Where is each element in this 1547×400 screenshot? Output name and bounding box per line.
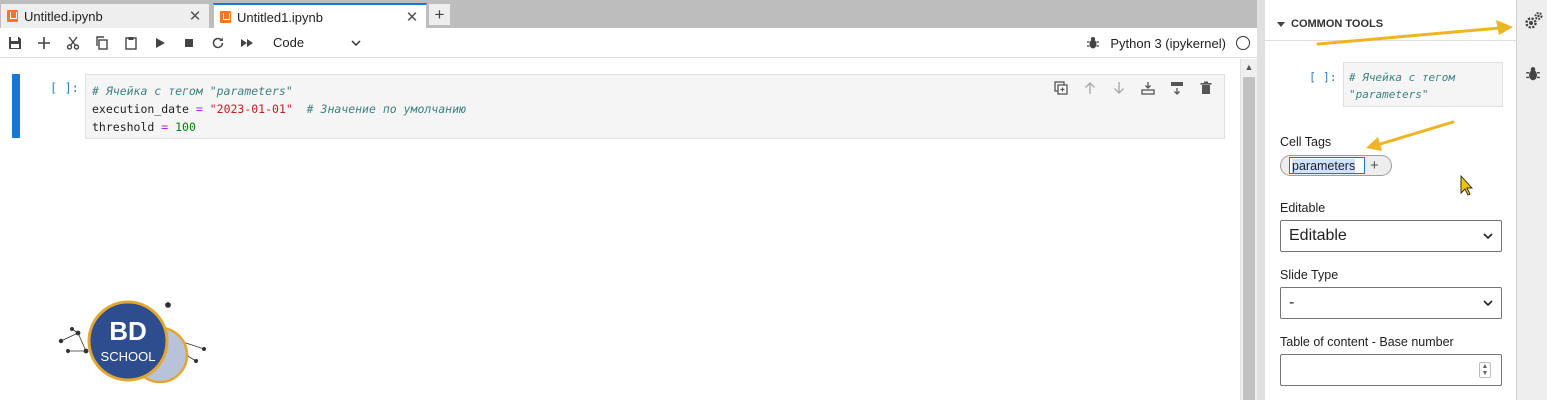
cell-type-select[interactable]: Code (273, 32, 361, 54)
clipboard-icon (124, 36, 137, 50)
paste-button[interactable] (116, 30, 145, 56)
logo-text-bd: BD (109, 316, 147, 346)
fast-forward-icon (240, 38, 253, 47)
code-line-2: execution_date = "2023-01-01" # Значение… (92, 100, 1218, 118)
cut-button[interactable] (58, 30, 87, 56)
plus-icon (37, 36, 50, 49)
duplicate-icon (1054, 81, 1068, 95)
chevron-down-icon (351, 39, 361, 46)
save-icon (8, 36, 21, 49)
code-string: "2023-01-01" (209, 102, 293, 116)
tag-input-value: parameters (1292, 158, 1356, 173)
notebook-panel: [ ]: # Ячейка с тегом "parameters" execu… (0, 59, 1240, 400)
slide-type-value: - (1289, 294, 1295, 311)
code-comment: # Значение по умолчанию (306, 102, 466, 116)
tag-input[interactable]: parameters (1289, 157, 1365, 174)
tab-label: Untitled.ipynb (24, 8, 103, 24)
cell-type-value: Code (273, 35, 305, 50)
arrow-down-icon (1114, 82, 1124, 94)
copy-icon (95, 35, 108, 50)
divider (1265, 40, 1517, 41)
preview-line-1: # Ячейка с тегом (1349, 71, 1455, 84)
restart-button[interactable] (203, 30, 232, 56)
insert-above-button[interactable] (1139, 79, 1157, 97)
section-title: COMMON TOOLS (1291, 18, 1384, 30)
move-down-button[interactable] (1110, 79, 1128, 97)
move-up-button[interactable] (1081, 79, 1099, 97)
run-button[interactable] (145, 30, 174, 56)
insert-below-icon (1171, 82, 1183, 95)
right-sidebar-tabs (1516, 0, 1547, 400)
preview-prompt: [ ]: (1309, 70, 1337, 84)
toc-base-number-label: Table of content - Base number (1280, 335, 1454, 349)
property-inspector: COMMON TOOLS [ ]: # Ячейка с тегом "para… (1264, 0, 1517, 400)
close-icon[interactable]: ✕ (187, 7, 203, 25)
code-line-3: threshold = 100 (92, 118, 1218, 136)
new-tab-button[interactable]: + (428, 3, 451, 26)
code-operator: = (188, 102, 210, 116)
code-comment: # Ячейка с тегом "parameters" (92, 84, 293, 98)
save-button[interactable] (0, 30, 29, 56)
trash-icon (1200, 81, 1212, 94)
add-tag-button[interactable]: + (1370, 157, 1379, 174)
refresh-icon (212, 37, 223, 48)
insert-cell-button[interactable] (29, 30, 58, 56)
copy-button[interactable] (87, 30, 116, 56)
editable-select[interactable]: Editable (1280, 220, 1502, 252)
chevron-down-icon (1483, 300, 1493, 306)
close-icon[interactable]: ✕ (404, 8, 420, 26)
code-number: 100 (175, 120, 196, 134)
common-tools-header[interactable]: COMMON TOOLS (1277, 18, 1383, 30)
notebook-icon (220, 11, 231, 23)
gears-icon[interactable] (1523, 10, 1545, 32)
notebook-scrollbar[interactable]: ▲ (1240, 59, 1257, 400)
logo-text-school: SCHOOL (101, 349, 156, 364)
kernel-status-area: Python 3 (ipykernel) (1086, 28, 1250, 58)
slide-type-select[interactable]: - (1280, 287, 1502, 319)
play-icon (155, 37, 165, 48)
editable-value: Editable (1289, 227, 1347, 244)
number-spinner[interactable]: ▲ ▼ (1479, 362, 1491, 378)
code-variable: threshold (92, 120, 155, 134)
caret-down-icon (1277, 21, 1285, 27)
cell-toolbar (1052, 79, 1215, 97)
tab-untitled[interactable]: Untitled.ipynb ✕ (0, 3, 210, 28)
scroll-up-arrow[interactable]: ▲ (1241, 59, 1257, 75)
arrow-up-icon (1085, 82, 1095, 94)
debugger-bug-icon[interactable] (1525, 66, 1541, 82)
scissors-icon (66, 36, 79, 50)
notebook-toolbar: Code Python 3 (ipykernel) (0, 28, 1264, 58)
panel-splitter[interactable] (1257, 0, 1264, 400)
code-variable: execution_date (92, 102, 189, 116)
cell-collapser[interactable] (12, 74, 20, 138)
insert-above-icon (1141, 82, 1155, 95)
bd-school-logo: BD SCHOOL (58, 300, 206, 383)
chevron-down-icon (1483, 233, 1493, 239)
duplicate-cell-button[interactable] (1052, 79, 1070, 97)
insert-below-button[interactable] (1168, 79, 1186, 97)
interrupt-button[interactable] (174, 30, 203, 56)
tag-pill: parameters + (1280, 155, 1392, 176)
tab-label: Untitled1.ipynb (237, 9, 323, 25)
tab-untitled1[interactable]: Untitled1.ipynb ✕ (213, 3, 427, 29)
bug-icon[interactable] (1086, 36, 1100, 50)
restart-run-all-button[interactable] (232, 30, 261, 56)
cell-tags-label: Cell Tags (1280, 135, 1332, 149)
preview-line-2: "parameters" (1349, 88, 1429, 101)
delete-cell-button[interactable] (1197, 79, 1215, 97)
scroll-thumb[interactable] (1243, 77, 1255, 400)
slide-type-label: Slide Type (1280, 268, 1339, 282)
stop-icon (184, 38, 193, 47)
toc-base-number-input[interactable]: ▲ ▼ (1280, 354, 1502, 386)
code-line-1: # Ячейка с тегом "parameters" (92, 82, 1218, 100)
tab-bar: Untitled.ipynb ✕ Untitled1.ipynb ✕ + (0, 0, 1264, 29)
kernel-name[interactable]: Python 3 (ipykernel) (1110, 36, 1226, 51)
cell-prompt: [ ]: (50, 81, 79, 95)
code-operator: = (154, 120, 176, 134)
notebook-icon (7, 10, 18, 22)
kernel-idle-icon (1236, 36, 1250, 50)
cell-preview: # Ячейка с тегом "parameters" (1343, 62, 1503, 107)
editable-label: Editable (1280, 201, 1326, 215)
